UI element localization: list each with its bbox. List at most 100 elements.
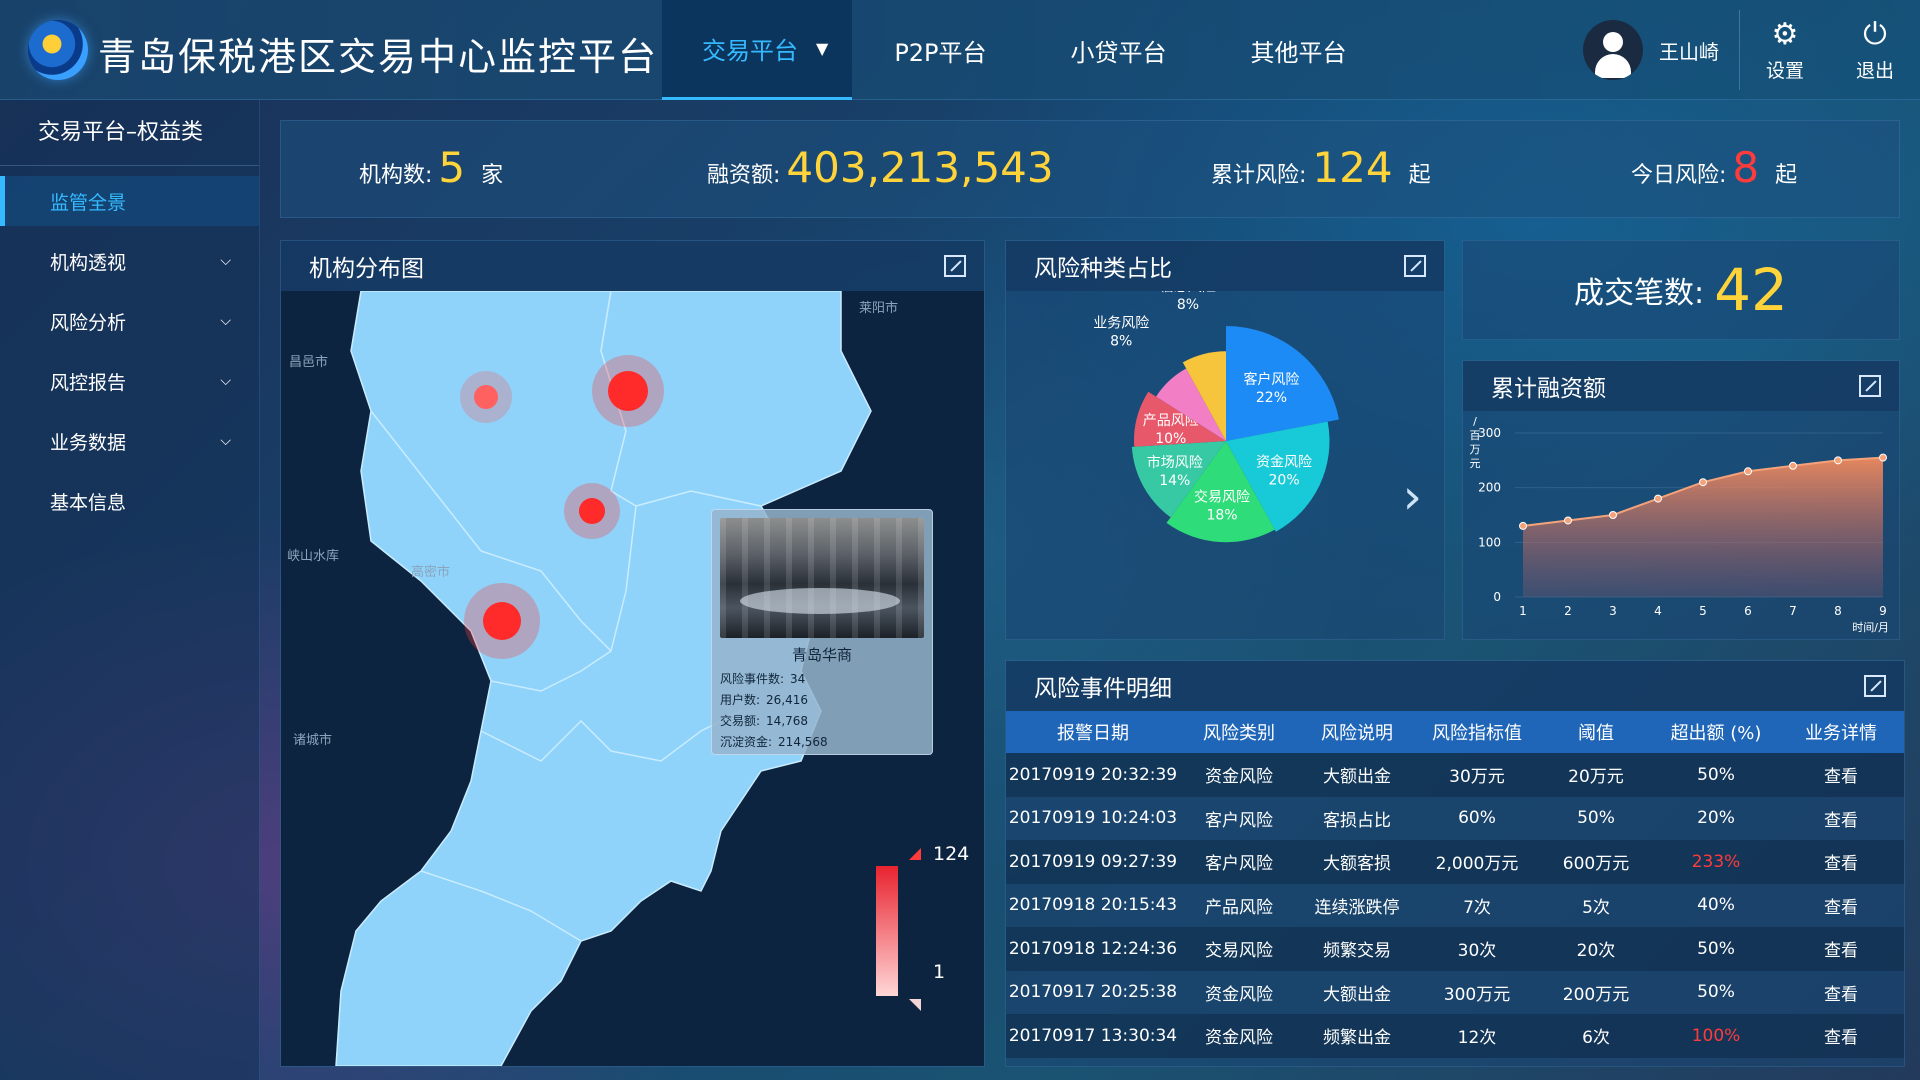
y-axis-label-char: 万	[1470, 443, 1481, 456]
x-tick-label: 1	[1519, 604, 1527, 618]
sidebar-item-label: 风控报告	[50, 371, 127, 394]
column-header[interactable]: 风险说明	[1298, 711, 1416, 753]
username[interactable]: 王山崎	[1659, 36, 1719, 65]
cumulative-finance-panel: 累计融资额 0 100 200 300 1 2 3 4 5 6 7 8 9 /百万元时间/月	[1462, 360, 1900, 640]
logout-label: 退出	[1855, 60, 1894, 82]
table-row[interactable]: 20170917 20:25:38 资金风险 大额出金 300万元 200万元 50% 查看	[1006, 970, 1904, 1015]
pie-percent: 8%	[1177, 297, 1199, 313]
detail-link[interactable]: 查看	[1778, 753, 1904, 797]
tooltip-row: 用户数: 26,416	[720, 690, 924, 711]
risk-description: 大额客损	[1323, 854, 1391, 875]
sidebar-item-basic-info[interactable]: 基本信息	[0, 476, 259, 526]
column-header[interactable]: 超出额 (%)	[1654, 711, 1778, 753]
indicator-value: 30万元	[1449, 767, 1505, 788]
stat-unit: 家	[481, 163, 504, 188]
sidebar-item-overview[interactable]: 监管全景	[0, 176, 259, 226]
sidebar: 交易平台–权益类 监管全景 机构透视 ⌵ 风险分析 ⌵ 风控报告 ⌵ 业务数据 …	[0, 100, 260, 1080]
chevron-down-icon: ▼	[816, 39, 829, 58]
expand-icon[interactable]	[1859, 375, 1881, 397]
panel-title: 机构分布图	[309, 256, 424, 282]
sidebar-item-risk-analysis[interactable]: 风险分析 ⌵	[0, 296, 259, 346]
map-hotspot[interactable]	[474, 385, 498, 409]
alert-date: 20170917 13:30:34	[1008, 1025, 1178, 1046]
table-body: 20170919 20:32:39 资金风险 大额出金 30万元 20万元 50% 查看 20…	[1006, 753, 1904, 1058]
column-header[interactable]: 业务详情	[1778, 711, 1904, 753]
sidebar-item-label: 基本信息	[50, 491, 127, 514]
panel-header: 风险种类占比	[1006, 241, 1444, 291]
detail-link[interactable]: 查看	[1778, 927, 1904, 971]
detail-link[interactable]: 查看	[1778, 797, 1904, 841]
stat-cumulative-risk: 累计风险: 124 起	[1211, 143, 1431, 192]
nav-tab-microloan[interactable]: 小贷平台	[1029, 0, 1209, 100]
column-header[interactable]: 阈值	[1538, 711, 1654, 753]
y-axis-label-char: 百	[1470, 429, 1481, 442]
detail-link[interactable]: 查看	[1778, 1014, 1904, 1058]
stat-unit: 起	[1408, 163, 1431, 188]
map-hotspot[interactable]	[608, 371, 648, 411]
expand-icon[interactable]	[1864, 675, 1886, 697]
sidebar-item-institution[interactable]: 机构透视 ⌵	[0, 236, 259, 286]
table-row[interactable]: 20170918 12:24:36 交易风险 频繁交易 30次 20次 50% 查看	[1006, 927, 1904, 971]
stat-value: 124	[1312, 143, 1393, 192]
legend-max: 124	[933, 843, 970, 865]
main-nav: 交易平台 ▼ P2P平台 小贷平台 其他平台	[662, 0, 1389, 100]
city-label: 峡山水库	[287, 549, 340, 564]
nav-tab-other[interactable]: 其他平台	[1209, 0, 1389, 100]
table-row[interactable]: 20170919 20:32:39 资金风险 大额出金 30万元 20万元 50% 查看	[1006, 753, 1904, 797]
data-point	[1744, 467, 1752, 476]
panel-header: 累计融资额	[1463, 361, 1899, 411]
pie-chart: 客户风险 22% 资金风险 20% 交易风险 18% 市场风险 14% 产品风险 10% 业务风险 8…	[1006, 278, 1444, 646]
pie-percent: 14%	[1159, 473, 1190, 489]
x-tick-label: 6	[1744, 604, 1752, 618]
column-header[interactable]: 风险类别	[1180, 711, 1298, 753]
nav-tab-trading[interactable]: 交易平台 ▼	[662, 0, 853, 100]
top-bar: 青岛保税港区交易中心监控平台 交易平台 ▼ P2P平台 小贷平台 其他平台 王山…	[0, 0, 1920, 100]
panel-title: 风险事件明细	[1034, 676, 1172, 702]
excess-percent: 50%	[1697, 982, 1735, 1003]
data-point	[1789, 461, 1797, 470]
pie-label: 信息风险	[1160, 291, 1216, 295]
alert-date: 20170919 09:27:39	[1008, 851, 1178, 872]
stat-finance-amount: 融资额: 403,213,543	[707, 143, 1070, 192]
app-title: 青岛保税港区交易中心监控平台	[98, 35, 659, 79]
chevron-right-icon[interactable]: ›	[1403, 469, 1422, 525]
nav-tab-label: 交易平台	[702, 37, 798, 65]
x-tick-label: 4	[1654, 604, 1662, 618]
alert-date: 20170919 20:32:39	[1008, 764, 1178, 785]
tooltip-value: 214,568	[778, 735, 828, 749]
sidebar-item-business-data[interactable]: 业务数据 ⌵	[0, 416, 259, 466]
table-row[interactable]: 20170919 09:27:39 客户风险 大额客损 2,000万元 600万元 233…	[1006, 840, 1904, 884]
tooltip-value: 14,768	[766, 714, 809, 728]
expand-icon[interactable]	[1404, 255, 1426, 277]
detail-link[interactable]: 查看	[1778, 840, 1904, 884]
settings-button[interactable]: ⚙ 设置	[1740, 17, 1830, 83]
alert-date: 20170919 10:24:03	[1008, 808, 1178, 829]
sidebar-item-risk-report[interactable]: 风控报告 ⌵	[0, 356, 259, 406]
user-icon[interactable]	[1583, 20, 1643, 80]
column-header[interactable]: 报警日期	[1006, 711, 1180, 753]
table-row[interactable]: 20170917 13:30:34 资金风险 频繁出金 12次 6次 100% 查看	[1006, 1014, 1904, 1058]
expand-icon[interactable]	[944, 255, 966, 277]
map-hotspot[interactable]	[483, 602, 521, 640]
deal-count-panel: 成交笔数: 42	[1462, 240, 1900, 340]
table-row[interactable]: 20170919 10:24:03 客户风险 客损占比 60% 50% 20% 查看	[1006, 796, 1904, 841]
region-map[interactable]: 莱阳市 昌邑市 峡山水库 高密市 诸城市 青岛华商 风险事件数: 34 用户数: 2…	[281, 291, 984, 1066]
risk-description: 频繁交易	[1323, 941, 1391, 962]
nav-tab-label: P2P平台	[894, 38, 987, 67]
stat-label: 融资额:	[707, 163, 781, 188]
panel-title: 风险种类占比	[1034, 256, 1172, 282]
tooltip-value: 34	[790, 672, 806, 686]
detail-link[interactable]: 查看	[1778, 884, 1904, 928]
tooltip-row: 交易额: 14,768	[720, 711, 924, 732]
map-hotspot[interactable]	[579, 498, 605, 524]
logout-button[interactable]: ⏻ 退出	[1830, 17, 1920, 83]
nav-tab-p2p[interactable]: P2P平台	[852, 0, 1028, 100]
alert-date: 20170917 20:25:38	[1008, 982, 1178, 1003]
stat-today-risk: 今日风险: 8 起	[1631, 143, 1797, 192]
x-tick-label: 5	[1699, 604, 1707, 618]
column-header[interactable]: 风险指标值	[1416, 711, 1538, 753]
x-axis-label: 时间/月	[1852, 621, 1889, 634]
city-label: 诸城市	[293, 733, 333, 748]
table-row[interactable]: 20170918 20:15:43 产品风险 连续涨跌停 7次 5次 40% 查看	[1006, 883, 1904, 928]
detail-link[interactable]: 查看	[1778, 971, 1904, 1015]
